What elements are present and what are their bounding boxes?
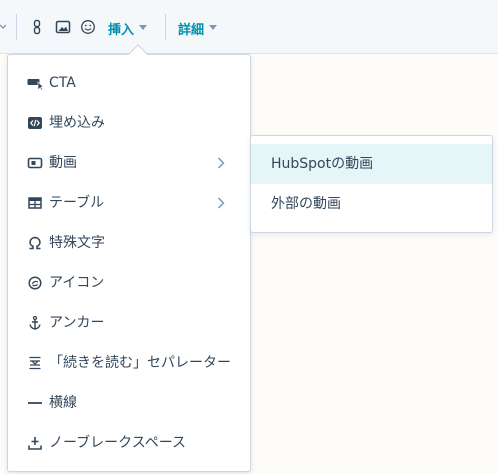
caret-down-icon: [139, 25, 148, 30]
icon-picker-icon: [28, 276, 42, 290]
submenu-item-hubspot-video[interactable]: HubSpotの動画: [251, 144, 492, 184]
chevron-right-icon: [217, 157, 225, 169]
menu-item-label: ノーブレークスペース: [49, 435, 187, 451]
menu-item-label: CTA: [49, 75, 76, 91]
emoji-icon[interactable]: [80, 19, 96, 35]
menu-item-label: 特殊文字: [49, 235, 105, 251]
menu-item-label: テーブル: [49, 195, 105, 211]
menu-item-non-breaking-space[interactable]: ノーブレークスペース: [8, 423, 250, 463]
menu-item-embed[interactable]: 埋め込み: [8, 103, 250, 143]
details-menu-button[interactable]: 詳細: [178, 18, 218, 38]
cta-icon: [27, 79, 43, 91]
menu-item-read-more-separator[interactable]: 「続きを読む」セパレーター: [8, 343, 250, 383]
menu-item-label: アンカー: [49, 315, 105, 331]
caret-down-icon: [209, 25, 218, 30]
submenu-item-external-video[interactable]: 外部の動画: [251, 184, 492, 224]
anchor-icon: [29, 315, 41, 330]
details-menu-label: 詳細: [178, 22, 205, 38]
menu-item-label: アイコン: [49, 275, 105, 291]
menu-item-cta[interactable]: CTA: [8, 63, 250, 103]
image-icon[interactable]: [55, 19, 71, 35]
insert-menu-button[interactable]: 挿入: [108, 18, 148, 38]
submenu-item-label: 外部の動画: [271, 196, 341, 212]
menu-item-label: 埋め込み: [49, 115, 105, 131]
table-icon: [28, 197, 42, 209]
insert-menu-label: 挿入: [108, 22, 135, 38]
menu-item-anchor[interactable]: アンカー: [8, 303, 250, 343]
menu-item-label: 動画: [49, 155, 77, 171]
menu-item-table[interactable]: テーブル: [8, 183, 250, 223]
video-icon: [27, 157, 43, 169]
read-more-separator-icon: [29, 356, 41, 370]
menu-item-label: 横線: [49, 395, 77, 411]
insert-dropdown-menu: CTA 埋め込み 動画 テーブル 特殊文字 アイコン アンカー 「続きを読む」セ…: [7, 54, 251, 472]
dropdown-pointer: [128, 44, 148, 55]
embed-icon: [28, 117, 42, 129]
submenu-item-label: HubSpotの動画: [271, 156, 374, 172]
menu-item-label: 「続きを読む」セパレーター: [49, 355, 231, 371]
omega-icon: [29, 236, 41, 250]
video-submenu: HubSpotの動画 外部の動画: [250, 135, 493, 233]
menu-item-special-characters[interactable]: 特殊文字: [8, 223, 250, 263]
non-breaking-space-icon: [28, 437, 42, 450]
menu-item-video[interactable]: 動画: [8, 143, 250, 183]
chevron-down-icon[interactable]: [0, 22, 6, 32]
toolbar-divider: [16, 14, 17, 40]
menu-item-horizontal-rule[interactable]: 横線: [8, 383, 250, 423]
toolbar-divider: [165, 14, 166, 40]
editor-toolbar: 挿入 詳細: [0, 0, 498, 54]
link-icon[interactable]: [30, 19, 46, 35]
horizontal-rule-icon: [28, 402, 42, 404]
menu-item-icon[interactable]: アイコン: [8, 263, 250, 303]
chevron-right-icon: [217, 197, 225, 209]
